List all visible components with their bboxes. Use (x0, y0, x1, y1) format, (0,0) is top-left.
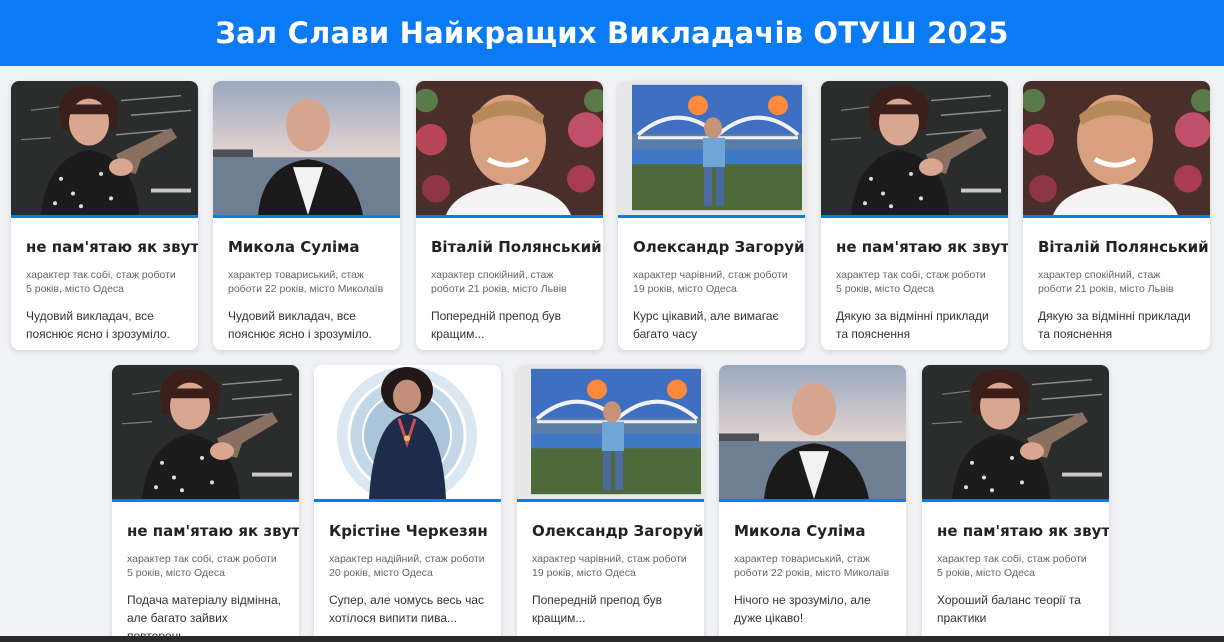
teacher-review: Дякую за відмінні приклади та пояснення (836, 309, 989, 341)
teacher-name: Крістіне Черкезян (329, 522, 488, 540)
teacher-photo (719, 365, 906, 502)
bottom-bar (0, 636, 1224, 642)
teacher-card[interactable]: не пам'ятаю як звуть характер так собі, с… (112, 365, 299, 642)
teacher-meta: характер надійний, стаж роботи 20 років,… (329, 553, 485, 579)
card-body: Віталій Полянський характер спокійний, ст… (416, 218, 603, 350)
teacher-name: Олександр Загоруйко (532, 522, 704, 540)
teacher-photo (416, 81, 603, 218)
card-body: Крістіне Черкезян характер надійний, стаж… (314, 502, 501, 641)
teacher-review: Подача матеріалу відмінна, але багато за… (127, 593, 281, 642)
teacher-name: не пам'ятаю як звуть (26, 238, 198, 256)
teacher-meta: характер чарівний, стаж роботи 19 років,… (633, 269, 788, 295)
teacher-name: Віталій Полянський (1038, 238, 1209, 256)
teacher-review: Чудовий викладач, все пояснює ясно і зро… (228, 309, 372, 341)
teacher-review: Нічого не зрозуміло, але дуже цікаво! (734, 593, 871, 625)
teacher-meta: характер спокійний, стаж роботи 21 років… (1038, 269, 1174, 295)
teacher-photo (1023, 81, 1210, 218)
teacher-photo (213, 81, 400, 218)
teacher-photo (821, 81, 1008, 218)
teacher-card[interactable]: Крістіне Черкезян характер надійний, стаж… (314, 365, 501, 642)
card-body: Микола Суліма характер товариський, стаж … (213, 218, 400, 350)
teacher-review: Чудовий викладач, все пояснює ясно і зро… (26, 309, 170, 341)
teacher-card[interactable]: Віталій Полянський характер спокійний, ст… (416, 81, 603, 350)
teacher-review: Попередній препод був кращим... (532, 593, 662, 625)
teacher-photo (112, 365, 299, 502)
teacher-name: не пам'ятаю як звуть (127, 522, 299, 540)
page-header: Зал Слави Найкращих Викладачів ОТУШ 2025 (0, 0, 1224, 66)
teacher-review: Курс цікавий, але вимагає багато часу (633, 309, 779, 341)
teacher-card[interactable]: Микола Суліма характер товариський, стаж … (213, 81, 400, 350)
teacher-name: Олександр Загоруйко (633, 238, 805, 256)
teacher-name: Микола Суліма (228, 238, 360, 256)
teacher-card[interactable]: Олександр Загоруйко характер чарівний, ст… (517, 365, 704, 642)
teacher-name: не пам'ятаю як звуть (836, 238, 1008, 256)
teacher-review: Дякую за відмінні приклади та пояснення (1038, 309, 1191, 341)
teacher-photo (618, 81, 805, 218)
teacher-card[interactable]: не пам'ятаю як звуть характер так собі, с… (922, 365, 1109, 642)
card-body: Олександр Загоруйко характер чарівний, ст… (517, 502, 704, 641)
page-title: Зал Слави Найкращих Викладачів ОТУШ 2025 (215, 16, 1009, 50)
teacher-name: не пам'ятаю як звуть (937, 522, 1109, 540)
teacher-meta: характер товариський, стаж роботи 22 рок… (734, 553, 890, 579)
teacher-review: Хороший баланс теорії та практики (937, 593, 1081, 625)
teacher-photo (922, 365, 1109, 502)
teacher-photo (314, 365, 501, 502)
teacher-meta: характер так собі, стаж роботи 5 років, … (127, 553, 277, 579)
teacher-photo (517, 365, 704, 502)
teacher-card[interactable]: Микола Суліма характер товариський, стаж … (719, 365, 906, 642)
teacher-meta: характер спокійний, стаж роботи 21 років… (431, 269, 567, 295)
card-body: Микола Суліма характер товариський, стаж … (719, 502, 906, 641)
card-body: не пам'ятаю як звуть характер так собі, с… (11, 218, 198, 350)
teacher-meta: характер так собі, стаж роботи 5 років, … (26, 269, 176, 295)
teacher-name: Микола Суліма (734, 522, 866, 540)
teacher-card[interactable]: Олександр Загоруйко характер чарівний, ст… (618, 81, 805, 350)
teacher-meta: характер чарівний, стаж роботи 19 років,… (532, 553, 687, 579)
teacher-meta: характер так собі, стаж роботи 5 років, … (937, 553, 1087, 579)
card-body: не пам'ятаю як звуть характер так собі, с… (922, 502, 1109, 641)
teacher-photo (11, 81, 198, 218)
card-body: Олександр Загоруйко характер чарівний, ст… (618, 218, 805, 350)
teacher-name: Віталій Полянський (431, 238, 602, 256)
card-body: не пам'ятаю як звуть характер так собі, с… (821, 218, 1008, 350)
teacher-meta: характер так собі, стаж роботи 5 років, … (836, 269, 986, 295)
teacher-review: Супер, але чомусь весь час хотілося випи… (329, 593, 485, 625)
teacher-meta: характер товариський, стаж роботи 22 рок… (228, 269, 384, 295)
teacher-review: Попередній препод був кращим... (431, 309, 561, 341)
teacher-card[interactable]: Віталій Полянський характер спокійний, ст… (1023, 81, 1210, 350)
card-body: Віталій Полянський характер спокійний, ст… (1023, 218, 1210, 350)
teacher-card[interactable]: не пам'ятаю як звуть характер так собі, с… (821, 81, 1008, 350)
card-body: не пам'ятаю як звуть характер так собі, с… (112, 502, 299, 642)
teacher-card[interactable]: не пам'ятаю як звуть характер так собі, с… (11, 81, 198, 350)
